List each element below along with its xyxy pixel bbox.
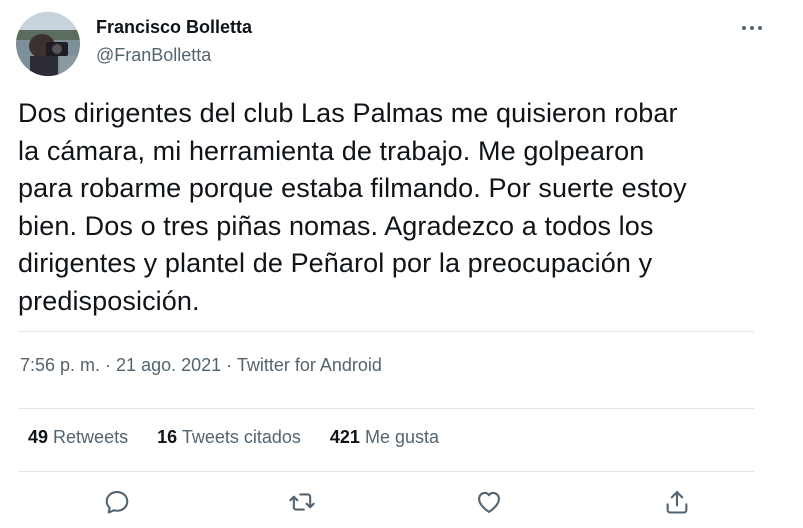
author-display-name[interactable]: Francisco Bolletta	[96, 17, 252, 38]
heart-icon	[478, 491, 500, 513]
quote-tweets-stat[interactable]: 16 Tweets citados	[157, 427, 301, 448]
retweet-icon	[289, 493, 315, 511]
reply-button[interactable]	[103, 488, 131, 516]
tweet-text-line: dirigentes y plantel de Peñarol por la p…	[18, 248, 653, 278]
tweet-card: Francisco Bolletta @FranBolletta Dos dir…	[0, 0, 803, 528]
reply-icon	[105, 491, 129, 514]
meta-separator: ·	[221, 355, 237, 375]
tweet-time[interactable]: 7:56 p. m.	[20, 355, 100, 375]
more-icon	[742, 26, 762, 30]
tweet-date[interactable]: 21 ago. 2021	[116, 355, 221, 375]
retweets-label: Retweets	[53, 427, 129, 447]
meta-separator: ·	[100, 355, 117, 375]
avatar[interactable]	[16, 12, 80, 76]
likes-label: Me gusta	[364, 427, 440, 447]
share-button[interactable]	[663, 488, 691, 516]
tweet-meta: 7:56 p. m. · 21 ago. 2021 · Twitter for …	[20, 355, 382, 376]
tweet-stats: 49 Retweets 16 Tweets citados 421 Me gus…	[28, 427, 463, 448]
tweet-source[interactable]: Twitter for Android	[237, 355, 382, 375]
tweet-text-line: la cámara, mi herramienta de trabajo. Me…	[18, 135, 645, 166]
author-handle[interactable]: @FranBolletta	[96, 45, 211, 66]
likes-count: 421	[329, 427, 360, 447]
tweet-text-line: predisposición.	[18, 285, 200, 316]
tweet-text-line: Dos dirigentes del club Las Palmas me qu…	[18, 98, 678, 128]
like-button[interactable]	[475, 488, 503, 516]
share-icon	[666, 491, 688, 514]
likes-stat[interactable]: 421 Me gusta	[330, 427, 439, 448]
divider	[18, 408, 754, 409]
retweets-count: 49	[28, 427, 49, 447]
more-options-button[interactable]	[738, 18, 766, 38]
retweets-stat[interactable]: 49 Retweets	[28, 427, 128, 448]
quote-tweets-count: 16	[157, 427, 178, 447]
retweet-button[interactable]	[288, 488, 316, 516]
quote-tweets-label: Tweets citados	[181, 427, 301, 447]
tweet-text-line: para robarme porque estaba filmando. Por…	[18, 173, 687, 203]
divider	[18, 331, 754, 332]
divider	[18, 471, 754, 472]
tweet-text-line: bien. Dos o tres piñas nomas. Agradezco …	[18, 210, 654, 241]
tweet-text: Dos dirigentes del club Las Palmas me qu…	[18, 95, 788, 320]
